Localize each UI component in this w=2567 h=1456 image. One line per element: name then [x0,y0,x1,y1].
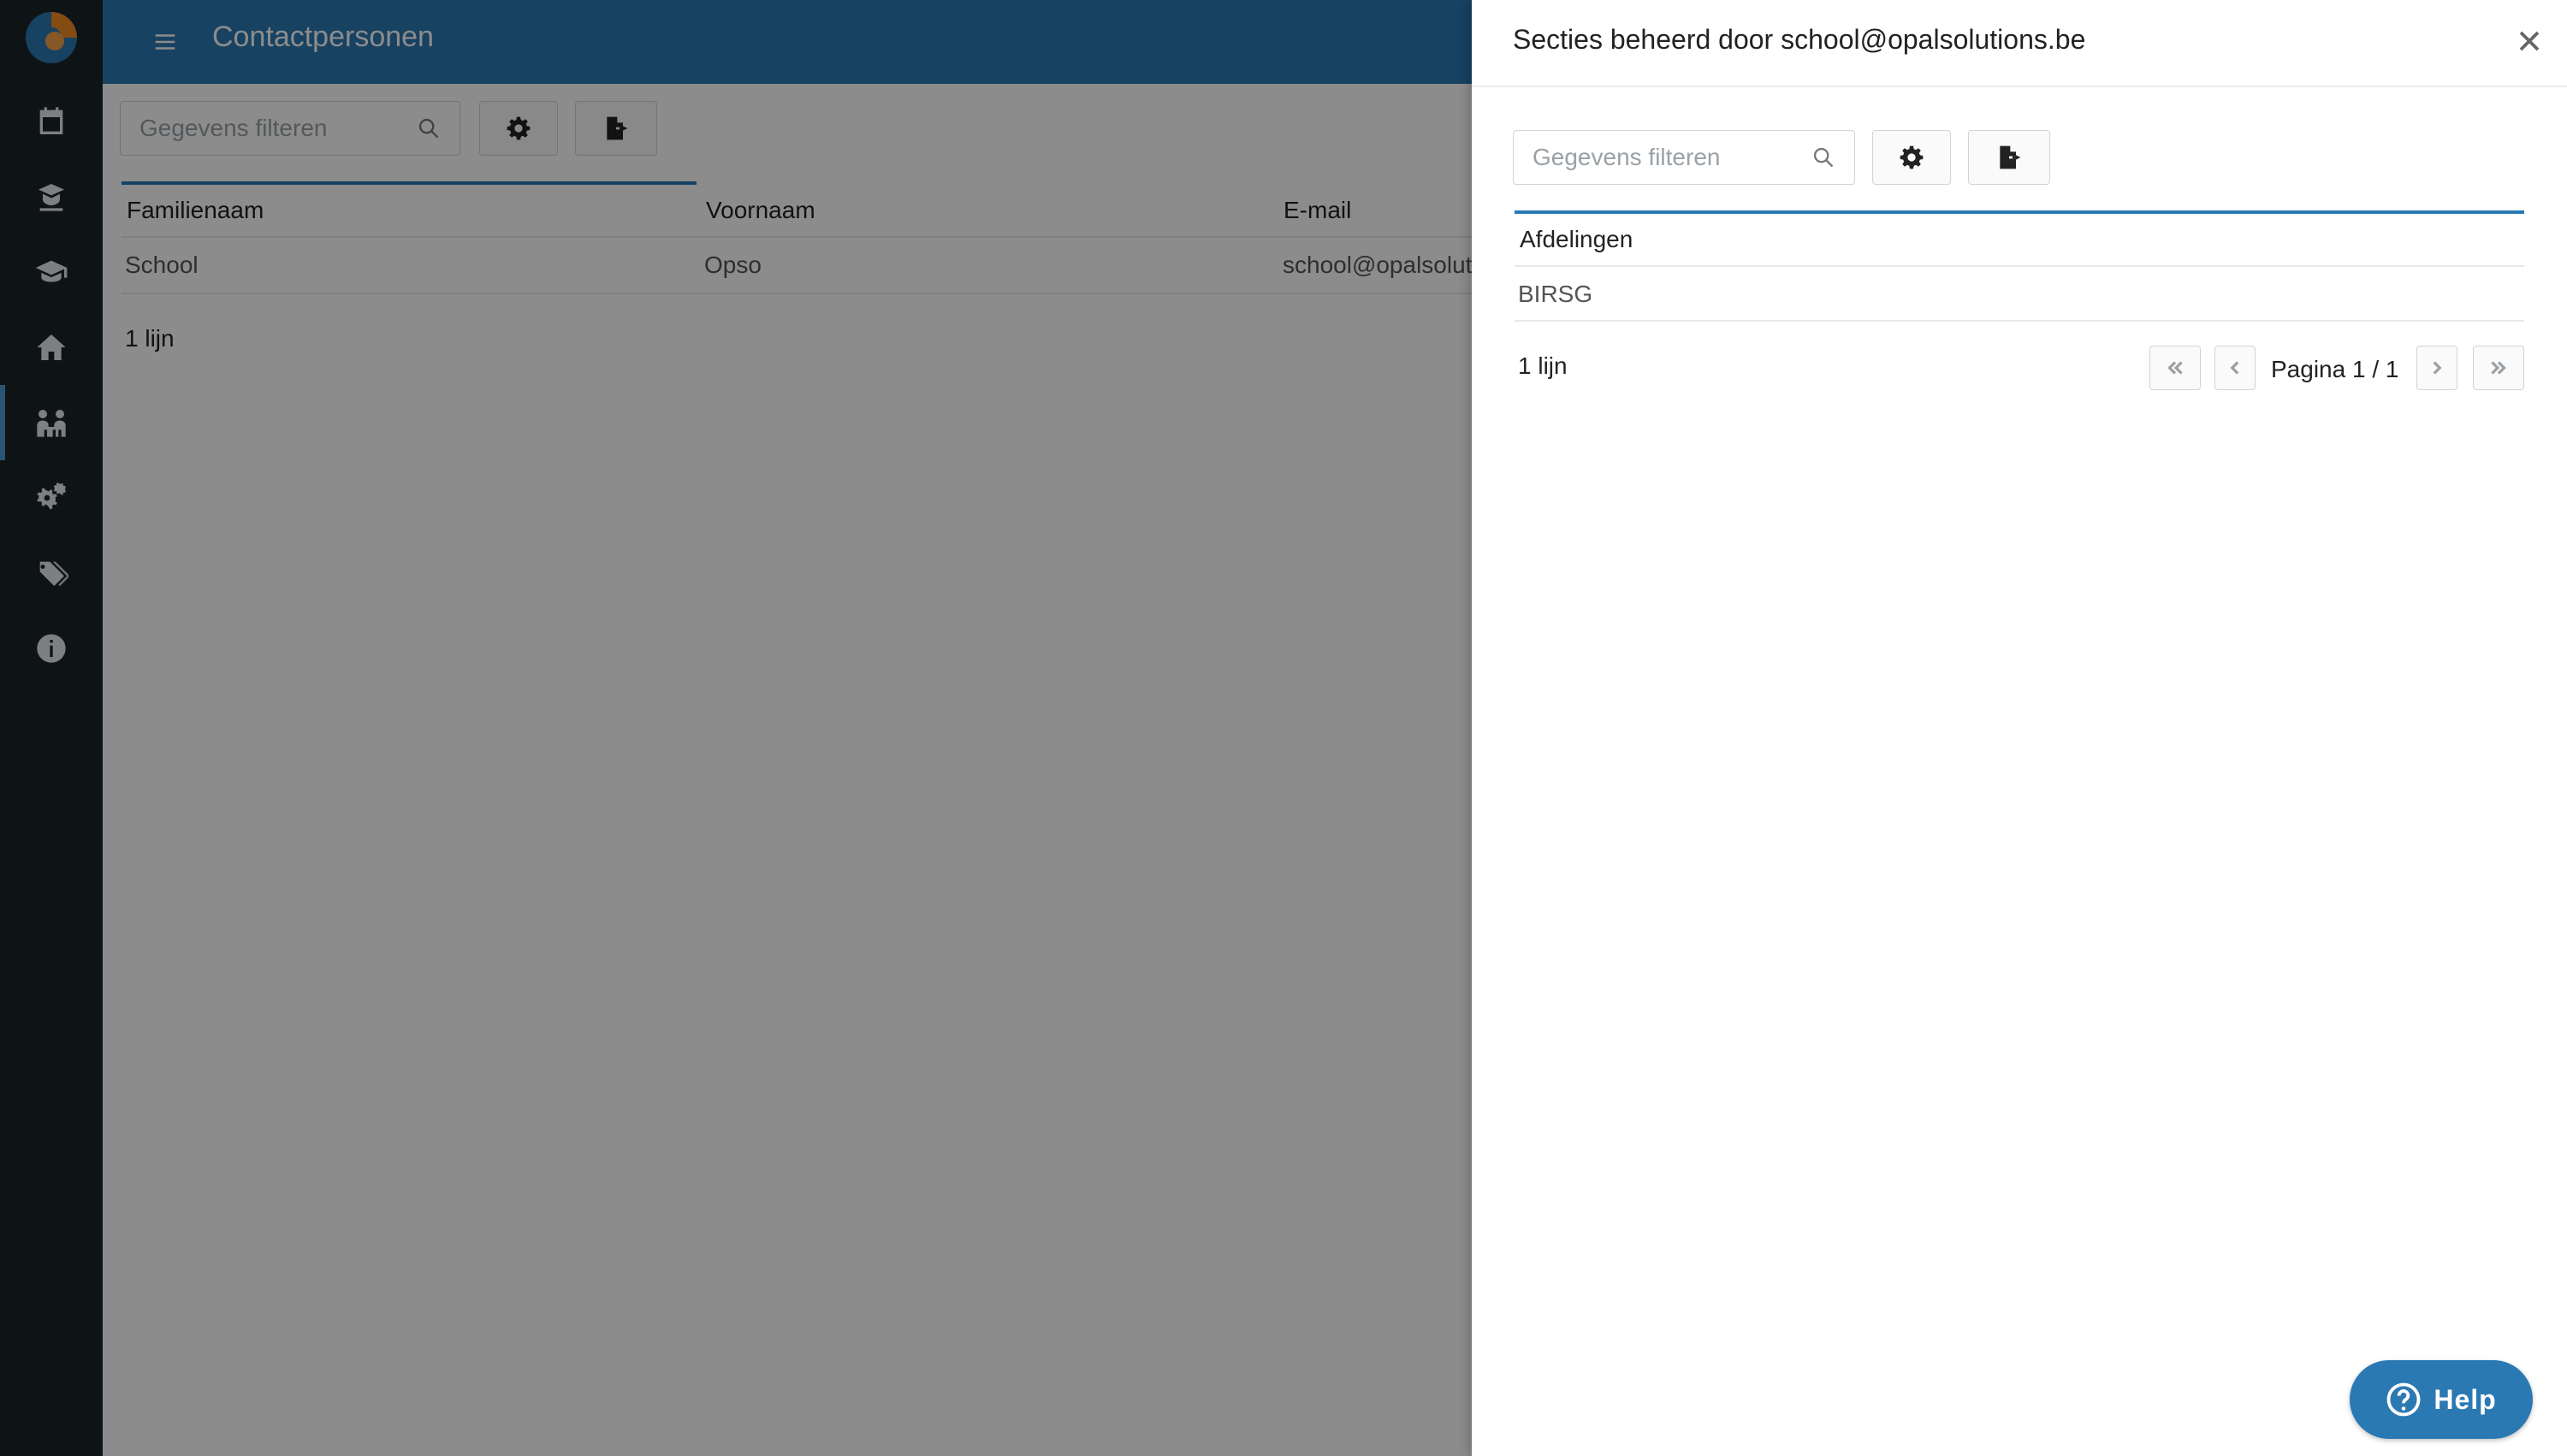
last-page-button[interactable] [2473,346,2524,390]
column-header-afdelingen[interactable]: Afdelingen [1520,226,1633,253]
side-drawer: Secties beheerd door school@opalsolution… [1472,0,2567,1456]
double-chevron-right-icon [2491,361,2506,375]
table-cell[interactable]: BIRSG [1518,281,1592,308]
question-circle-icon [2386,1382,2421,1417]
drawer-export-button[interactable] [1968,130,2050,185]
drawer-header-divider-line [1515,265,2524,267]
double-chevron-left-icon [2167,361,2183,375]
drawer-row-divider [1515,320,2524,322]
search-icon [1813,147,1834,168]
close-icon [2519,31,2540,51]
gear-icon [1900,145,1924,169]
page-indicator: Pagina 1 / 1 [2271,356,2399,382]
first-page-button[interactable] [2149,346,2201,390]
export-file-icon [2000,145,2021,169]
chevron-right-icon [2433,361,2442,375]
drawer-filter-input[interactable] [1514,131,1854,184]
drawer-header-divider [1472,86,2567,87]
drawer-settings-button[interactable] [1872,130,1951,185]
drawer-title: Secties beheerd door school@opalsolution… [1513,24,2086,55]
drawer-filter-wrapper [1513,130,1855,185]
drawer-column-indicator [1515,210,2524,214]
previous-page-button[interactable] [2214,346,2256,390]
chevron-left-icon [2230,361,2239,375]
close-button[interactable] [2512,24,2546,58]
drawer-row-count: 1 lijn [1518,352,1568,379]
next-page-button[interactable] [2416,346,2457,390]
help-label: Help [2434,1383,2497,1415]
help-button[interactable]: Help [2350,1360,2533,1439]
